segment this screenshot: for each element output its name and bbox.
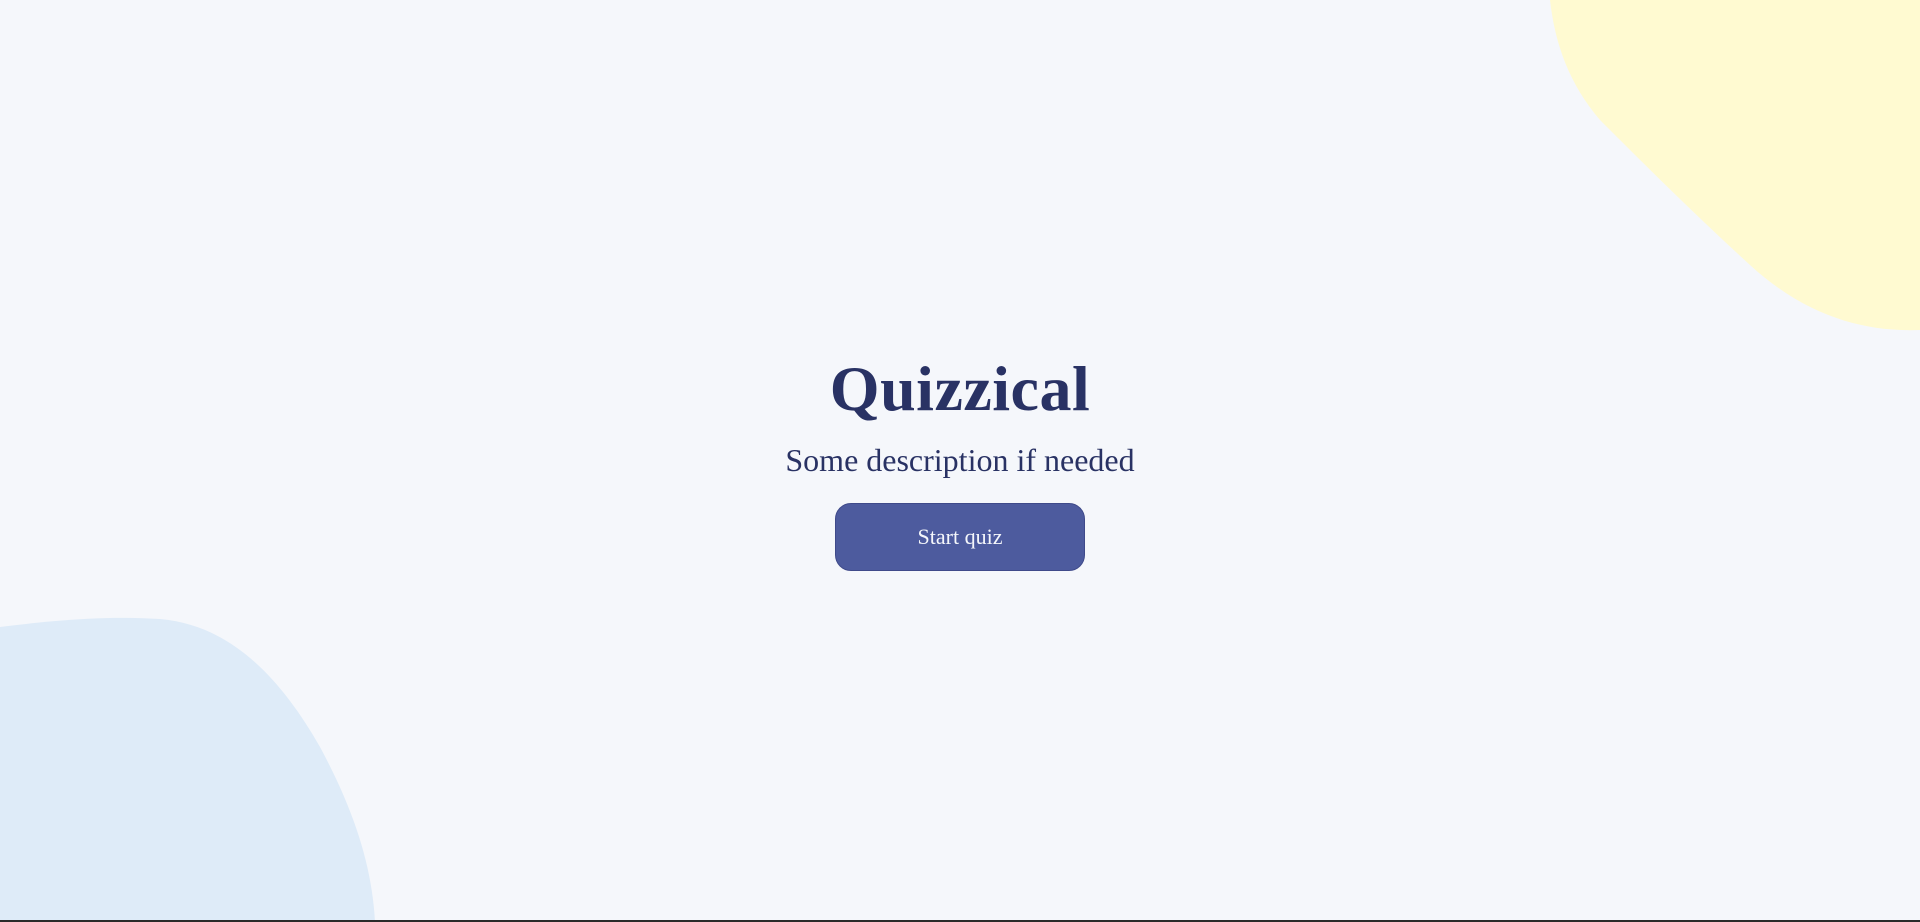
intro-screen: Quizzical Some description if needed Sta…	[0, 0, 1920, 922]
page-description: Some description if needed	[785, 442, 1135, 478]
page-title: Quizzical	[829, 353, 1091, 424]
start-quiz-button[interactable]: Start quiz	[835, 503, 1085, 571]
